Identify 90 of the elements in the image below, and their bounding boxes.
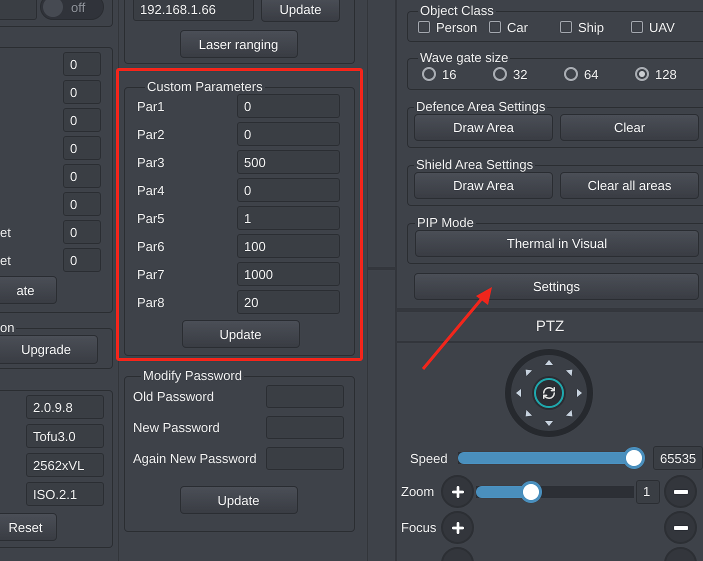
- pip-mode-button[interactable]: Thermal in Visual: [415, 230, 699, 257]
- text-field[interactable]: ISO.2.1: [26, 482, 104, 506]
- draw-area-button[interactable]: Draw Area: [414, 114, 553, 141]
- zoom-in-button[interactable]: [441, 475, 474, 508]
- group-title: Defence Area Settings: [415, 100, 546, 114]
- slider-thumb[interactable]: [520, 480, 542, 502]
- slider-label: Speed: [410, 450, 449, 466]
- text-field[interactable]: 2.0.9.8: [26, 395, 104, 419]
- text-field[interactable]: 0: [63, 220, 101, 244]
- focus-out-button[interactable]: [664, 511, 697, 544]
- field-label: et: [0, 224, 12, 240]
- radio-button[interactable]: [422, 67, 436, 81]
- group-title: Object Class: [419, 4, 495, 18]
- checkbox-option[interactable]: UAV: [631, 20, 702, 34]
- parameter-field[interactable]: 0: [237, 94, 340, 118]
- radio-option[interactable]: 32: [493, 66, 564, 82]
- ip-address-field[interactable]: 192.168.1.66: [133, 0, 254, 21]
- minus-icon: [674, 490, 688, 494]
- parameter-field[interactable]: 0: [237, 122, 340, 146]
- text-field[interactable]: 0: [63, 248, 101, 272]
- slider-label: Zoom: [401, 484, 436, 499]
- radio-button[interactable]: [564, 67, 578, 81]
- radio-option[interactable]: 16: [422, 66, 493, 82]
- refresh-icon: [543, 387, 555, 399]
- group-title: on: [0, 321, 16, 335]
- draw-area-button[interactable]: Draw Area: [414, 172, 553, 199]
- toggle-switch[interactable]: off: [40, 0, 104, 20]
- update-button[interactable]: Update: [180, 486, 298, 514]
- clear-button[interactable]: Clear: [560, 114, 699, 141]
- group-title: PIP Mode: [416, 216, 475, 230]
- checkbox[interactable]: [631, 21, 643, 33]
- radio-option[interactable]: 64: [564, 66, 635, 82]
- plus-icon: [450, 520, 466, 536]
- text-field[interactable]: Tofu3.0: [26, 424, 104, 448]
- text-field[interactable]: 0: [63, 108, 101, 132]
- checkbox[interactable]: [418, 21, 430, 33]
- parameter-label: Par2: [137, 126, 166, 142]
- field-label: et: [0, 252, 12, 268]
- group-title: Shield Area Settings: [415, 158, 534, 172]
- plus-icon: [450, 484, 466, 500]
- slider-thumb[interactable]: [622, 447, 645, 469]
- update-button[interactable]: Update: [261, 0, 340, 22]
- field-label: New Password: [133, 420, 221, 435]
- ptz-joystick[interactable]: [504, 348, 594, 438]
- speed-field[interactable]: 65535: [653, 446, 703, 470]
- radio-button[interactable]: [493, 67, 507, 81]
- text-field[interactable]: 2562xVL: [26, 453, 104, 477]
- group-title: Modify Password: [142, 369, 243, 383]
- parameter-label: Par6: [137, 238, 166, 254]
- section-title: PTZ: [397, 312, 703, 343]
- parameter-label: Par4: [137, 182, 166, 198]
- text-field[interactable]: 0: [63, 52, 101, 76]
- group-title: Custom Parameters: [146, 80, 264, 94]
- upgrade-button[interactable]: Upgrade: [0, 335, 98, 364]
- parameter-field[interactable]: 0: [237, 178, 340, 202]
- text-field[interactable]: 0: [63, 164, 101, 188]
- reset-button[interactable]: Reset: [0, 513, 57, 541]
- parameter-field[interactable]: 500: [237, 150, 340, 174]
- parameter-label: Par5: [137, 210, 166, 226]
- text-field[interactable]: 0: [63, 192, 101, 216]
- parameter-field[interactable]: 100: [237, 234, 340, 258]
- parameter-field[interactable]: 1: [237, 206, 340, 230]
- zoom-out-button[interactable]: [664, 475, 697, 508]
- checkbox-option[interactable]: Ship: [560, 20, 631, 34]
- update-button[interactable]: ate: [0, 276, 57, 304]
- settings-button[interactable]: Settings: [414, 273, 699, 300]
- minus-icon: [674, 526, 688, 530]
- parameter-label: Par8: [137, 294, 166, 310]
- control-label: Focus: [401, 520, 438, 535]
- radio-button[interactable]: [635, 67, 649, 81]
- parameter-label: Par1: [137, 98, 166, 114]
- parameter-field[interactable]: 1000: [237, 262, 340, 286]
- field-label: Old Password: [133, 389, 215, 404]
- checkbox-option[interactable]: Car: [489, 20, 560, 34]
- parameter-field[interactable]: 20: [237, 290, 340, 314]
- checkbox[interactable]: [560, 21, 572, 33]
- parameter-label: Par7: [137, 266, 166, 282]
- group-title: Wave gate size: [419, 51, 510, 65]
- radio-option[interactable]: 128: [635, 66, 703, 82]
- laser-ranging-button[interactable]: Laser ranging: [180, 30, 298, 58]
- checkbox-option[interactable]: Person: [418, 20, 489, 34]
- zoom-field[interactable]: 1: [636, 480, 660, 504]
- text-field[interactable]: 0: [63, 136, 101, 160]
- focus-in-button[interactable]: [441, 511, 474, 544]
- clear-button[interactable]: Clear all areas: [560, 172, 699, 199]
- parameter-label: Par3: [137, 154, 166, 170]
- checkbox[interactable]: [489, 21, 501, 33]
- update-button[interactable]: Update: [182, 320, 300, 348]
- field-label: Again New Password: [133, 451, 258, 466]
- text-field[interactable]: 0: [63, 80, 101, 104]
